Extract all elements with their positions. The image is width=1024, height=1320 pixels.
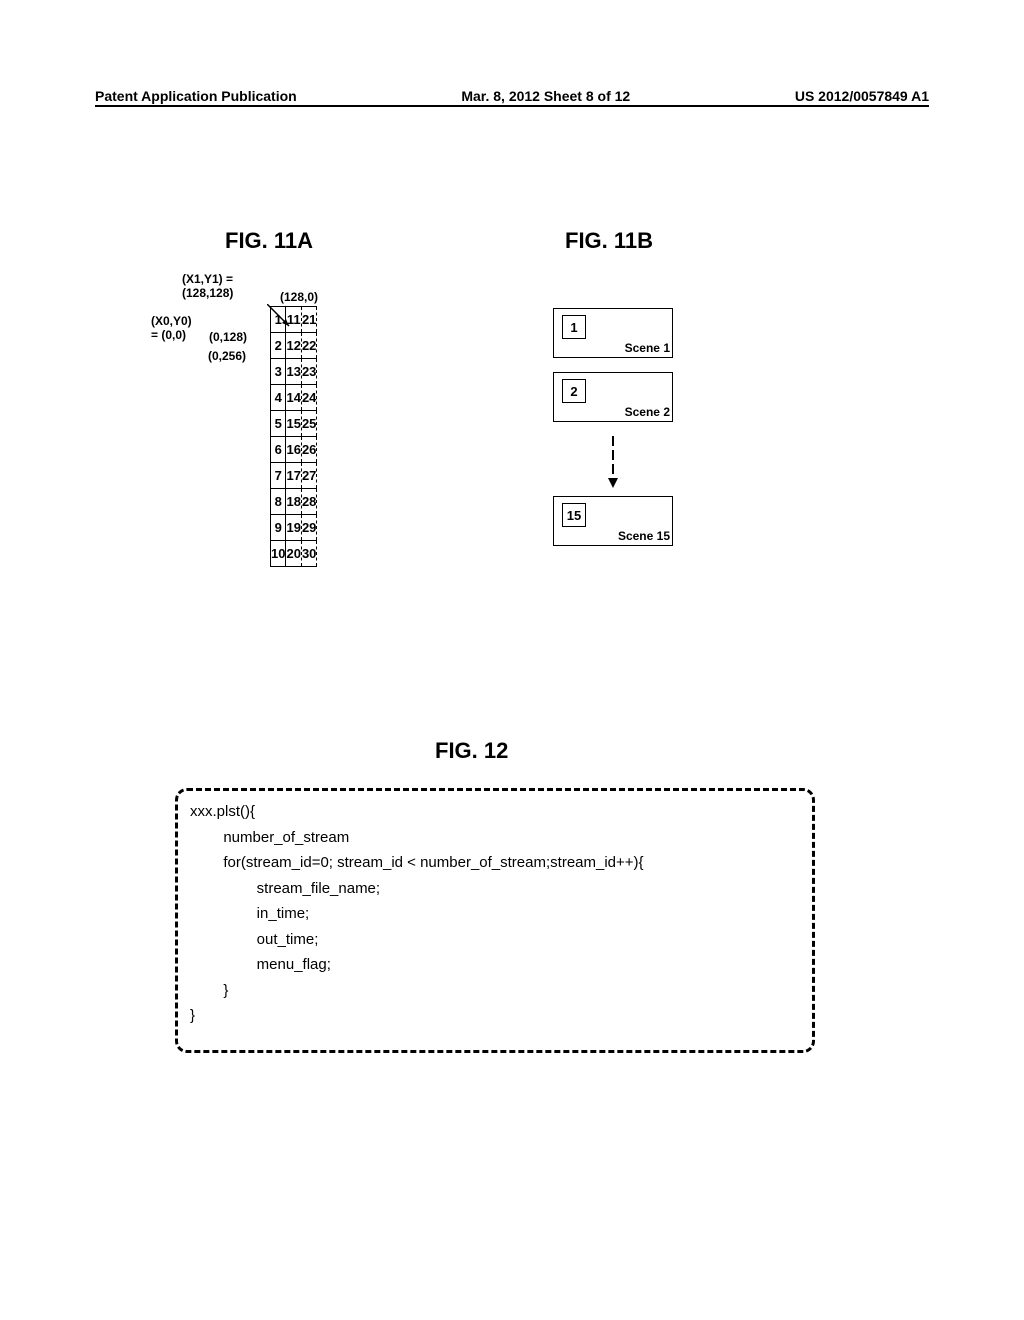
table-row: 102030	[271, 541, 317, 567]
code-line: out_time;	[190, 927, 800, 953]
coord-128-0: (128,0)	[280, 290, 318, 304]
table-row: 51525	[271, 411, 317, 437]
header-rule	[95, 105, 929, 107]
code-line: menu_flag;	[190, 952, 800, 978]
code-line: in_time;	[190, 901, 800, 927]
code-line: for(stream_id=0; stream_id < number_of_s…	[190, 850, 800, 876]
table-row: 91929	[271, 515, 317, 541]
figure-12-codebox: xxx.plst(){ number_of_stream for(stream_…	[175, 788, 815, 1053]
header-center: Mar. 8, 2012 Sheet 8 of 12	[461, 88, 630, 104]
scene-box: 1 Scene 1	[553, 308, 673, 358]
page-header: Patent Application Publication Mar. 8, 2…	[0, 88, 1024, 104]
grid-table: 11121 21222 31323 41424 51525 61626 7172…	[270, 306, 317, 567]
code-line: }	[190, 978, 800, 1004]
table-row: 11121	[271, 307, 317, 333]
coord-0-128: (0,128)	[209, 330, 247, 344]
continuation-arrow-icon	[553, 436, 673, 496]
table-row: 31323	[271, 359, 317, 385]
fig-11b-title: FIG. 11B	[565, 228, 653, 254]
fig-12-title: FIG. 12	[435, 738, 508, 764]
scene-number: 15	[562, 503, 586, 527]
coord-x0y0: (X0,Y0) = (0,0)	[151, 314, 192, 342]
scene-label: Scene 15	[618, 529, 670, 543]
coord-x1y1: (X1,Y1) = (128,128)	[182, 272, 233, 300]
table-row: 81828	[271, 489, 317, 515]
scene-box: 2 Scene 2	[553, 372, 673, 422]
code-line: xxx.plst(){	[190, 799, 800, 825]
figure-11b: 1 Scene 1 2 Scene 2 15 Scene 15	[553, 308, 673, 560]
code-line: number_of_stream	[190, 825, 800, 851]
table-row: 71727	[271, 463, 317, 489]
scene-number: 1	[562, 315, 586, 339]
coord-0-256: (0,256)	[208, 349, 246, 363]
fig-11a-title: FIG. 11A	[225, 228, 313, 254]
table-row: 41424	[271, 385, 317, 411]
scene-label: Scene 1	[625, 341, 670, 355]
code-line: }	[190, 1003, 800, 1029]
scene-label: Scene 2	[625, 405, 670, 419]
header-right: US 2012/0057849 A1	[795, 88, 929, 104]
scene-number: 2	[562, 379, 586, 403]
header-left: Patent Application Publication	[95, 88, 297, 104]
table-row: 21222	[271, 333, 317, 359]
scene-box: 15 Scene 15	[553, 496, 673, 546]
table-row: 61626	[271, 437, 317, 463]
code-line: stream_file_name;	[190, 876, 800, 902]
